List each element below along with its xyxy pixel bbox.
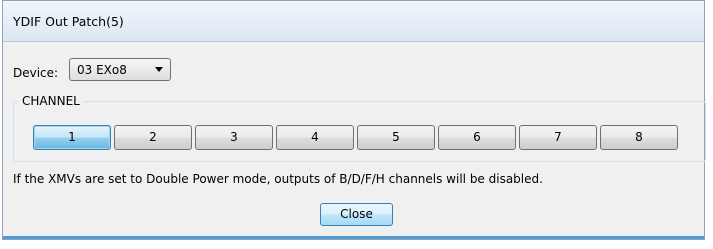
device-label: Device: [13, 66, 59, 80]
channel-button-1[interactable]: 1 [33, 125, 111, 150]
title-bar[interactable]: YDIF Out Patch(5) [3, 1, 704, 42]
device-dropdown[interactable]: 03 EXo8 [69, 58, 171, 81]
channel-button-8[interactable]: 8 [600, 125, 678, 150]
channel-button-3[interactable]: 3 [195, 125, 273, 150]
chevron-down-icon [155, 67, 163, 72]
bottom-border [3, 236, 704, 239]
dialog-content: Device: 03 EXo8 CHANNEL 1 2 3 4 5 6 7 8 … [3, 42, 706, 239]
dialog-window: YDIF Out Patch(5) Device: 03 EXo8 CHANNE… [2, 0, 706, 240]
channel-button-4[interactable]: 4 [276, 125, 354, 150]
device-selected-value: 03 EXo8 [77, 63, 127, 77]
channel-button-7[interactable]: 7 [519, 125, 597, 150]
channel-button-5[interactable]: 5 [357, 125, 435, 150]
close-button[interactable]: Close [320, 203, 393, 226]
channel-button-2[interactable]: 2 [114, 125, 192, 150]
channel-group-label: CHANNEL [19, 94, 83, 108]
info-message: If the XMVs are set to Double Power mode… [13, 172, 543, 186]
channel-button-6[interactable]: 6 [438, 125, 516, 150]
window-title: YDIF Out Patch(5) [13, 14, 124, 29]
